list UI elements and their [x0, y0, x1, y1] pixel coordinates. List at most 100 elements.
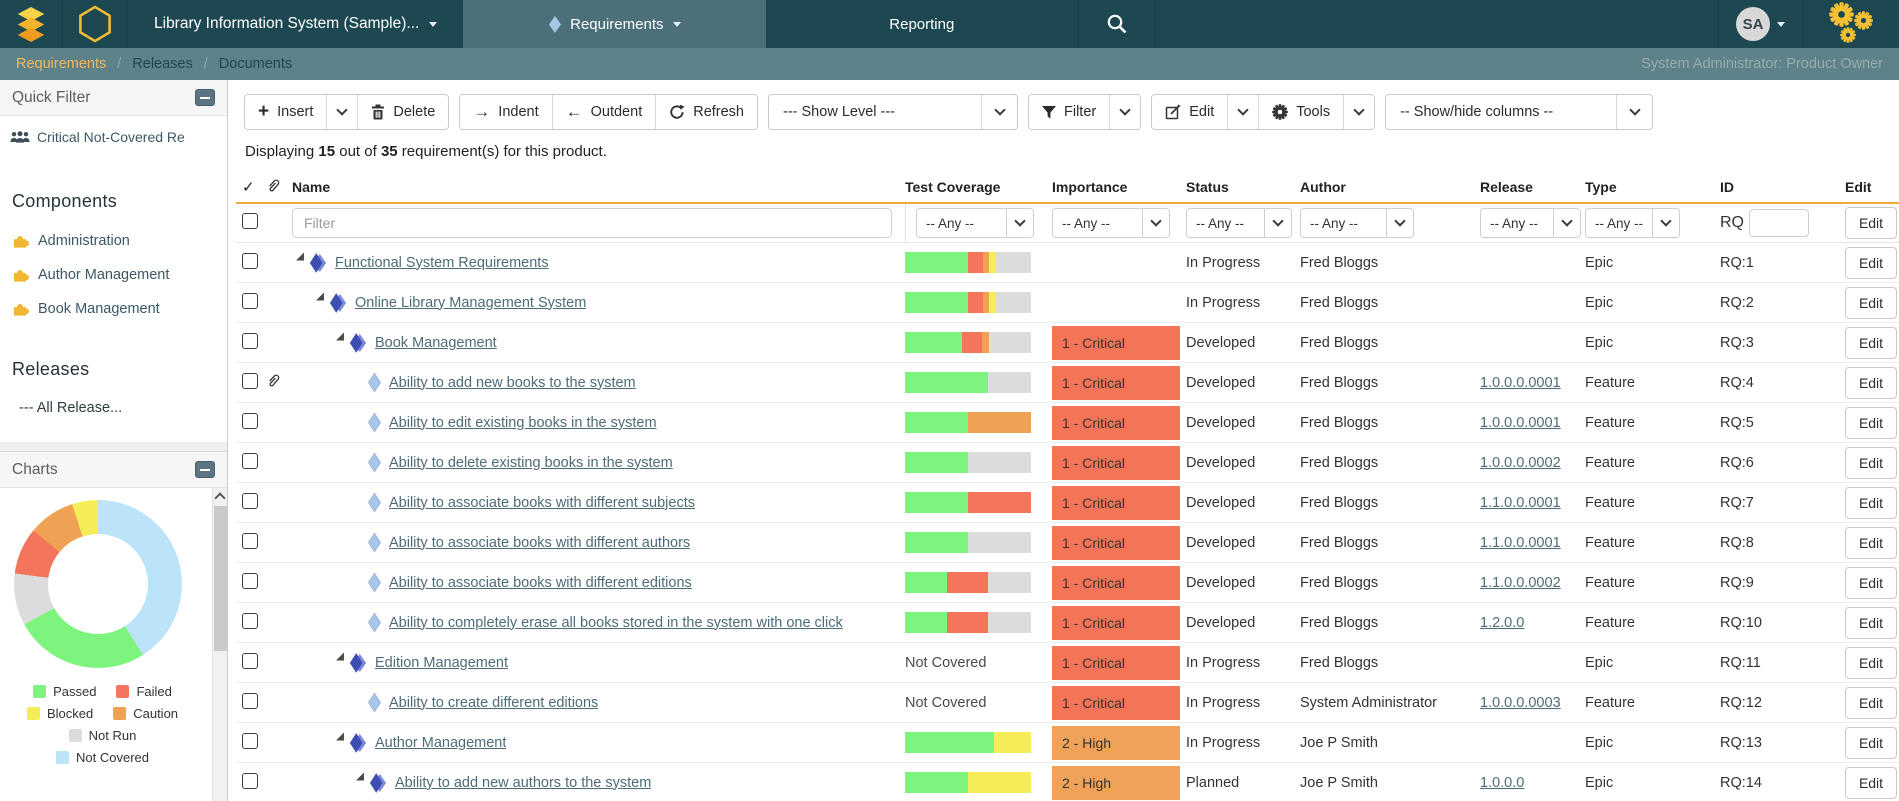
release-link[interactable]: 1.2.0.0 [1480, 615, 1524, 631]
expand-toggle-icon[interactable] [316, 292, 324, 301]
filter-dropdown-button[interactable] [1109, 95, 1141, 129]
release-link[interactable]: 1.0.0.0.0001 [1480, 375, 1561, 391]
row-checkbox[interactable] [242, 612, 258, 629]
requirement-link[interactable]: Ability to delete existing books in the … [389, 455, 673, 471]
insert-button[interactable]: + Insert [245, 95, 327, 129]
release-link[interactable]: 1.1.0.0.0001 [1480, 495, 1561, 511]
edit-button[interactable]: Edit [1845, 366, 1897, 399]
refresh-button[interactable]: Refresh [655, 95, 757, 129]
requirement-link[interactable]: Ability to create different editions [389, 695, 598, 711]
edit-button[interactable]: Edit [1845, 207, 1897, 239]
filter-button[interactable]: Filter [1029, 95, 1110, 129]
tab-reporting[interactable]: Reporting [766, 0, 1077, 48]
edit-button[interactable]: Edit [1845, 526, 1897, 559]
row-checkbox[interactable] [242, 492, 258, 509]
name-filter-input[interactable] [292, 208, 892, 238]
release-link[interactable]: 1.1.0.0.0001 [1480, 535, 1561, 551]
outdent-button[interactable]: ← Outdent [551, 95, 656, 129]
expand-toggle-icon[interactable] [336, 732, 344, 741]
row-checkbox[interactable] [242, 372, 258, 389]
row-checkbox[interactable] [242, 652, 258, 669]
requirement-link[interactable]: Ability to completely erase all books st… [389, 615, 843, 631]
requirement-link[interactable]: Ability to associate books with differen… [389, 495, 695, 511]
user-menu[interactable]: SA [1717, 0, 1803, 48]
release-link[interactable]: 1.0.0.0.0002 [1480, 455, 1561, 471]
expand-toggle-icon[interactable] [296, 252, 304, 261]
row-checkbox[interactable] [242, 412, 258, 429]
test-coverage-filter-select[interactable]: -- Any -- [916, 208, 1034, 238]
edit-button[interactable]: Edit [1845, 406, 1897, 439]
component-filter-item[interactable]: Book Management [12, 300, 217, 317]
release-link[interactable]: 1.0.0.0 [1480, 775, 1524, 791]
requirement-link[interactable]: Ability to add new books to the system [389, 375, 636, 391]
column-header-importance[interactable]: Importance [1052, 179, 1186, 195]
column-header-author[interactable]: Author [1300, 179, 1480, 195]
column-header-id[interactable]: ID [1720, 179, 1845, 195]
release-filter-item[interactable]: --- All Release... [19, 400, 217, 416]
expand-toggle-icon[interactable] [336, 652, 344, 661]
edit-button[interactable]: Edit [1845, 286, 1897, 319]
edit-toolbar-button[interactable]: Edit [1152, 95, 1228, 129]
insert-dropdown-button[interactable] [326, 95, 358, 129]
workspace-hexagon-icon[interactable] [62, 0, 128, 48]
requirement-link[interactable]: Ability to associate books with differen… [389, 575, 692, 591]
row-checkbox[interactable] [242, 452, 258, 469]
column-header-name[interactable]: Name [292, 179, 905, 195]
column-header-test-coverage[interactable]: Test Coverage [905, 179, 1052, 195]
column-header-release[interactable]: Release [1480, 179, 1585, 195]
breadcrumb-requirements[interactable]: Requirements [16, 56, 106, 72]
app-logo[interactable] [0, 0, 62, 48]
edit-button[interactable]: Edit [1845, 486, 1897, 519]
indent-button[interactable]: → Indent [460, 95, 552, 129]
requirement-link[interactable]: Ability to edit existing books in the sy… [389, 415, 657, 431]
component-filter-item[interactable]: Administration [12, 232, 217, 249]
edit-button[interactable]: Edit [1845, 246, 1897, 279]
component-filter-item[interactable]: Author Management [12, 266, 217, 283]
row-checkbox[interactable] [242, 772, 258, 789]
product-selector[interactable]: Library Information System (Sample)... [128, 0, 463, 48]
breadcrumb-documents[interactable]: Documents [219, 56, 292, 72]
requirement-link[interactable]: Ability to add new authors to the system [395, 775, 651, 791]
status-filter-select[interactable]: -- Any -- [1186, 208, 1292, 238]
tools-button[interactable]: Tools [1258, 95, 1344, 129]
expand-toggle-icon[interactable] [336, 332, 344, 341]
type-filter-select[interactable]: -- Any -- [1585, 208, 1680, 238]
show-hide-columns-select[interactable]: -- Show/hide columns -- [1385, 94, 1654, 130]
requirement-link[interactable]: Edition Management [375, 655, 508, 671]
delete-button[interactable]: Delete [357, 95, 449, 129]
release-link[interactable]: 1.0.0.0.0001 [1480, 415, 1561, 431]
requirement-link[interactable]: Ability to associate books with differen… [389, 535, 690, 551]
admin-settings-button[interactable] [1803, 0, 1899, 48]
scrollbar-thumb[interactable] [213, 506, 227, 651]
edit-button[interactable]: Edit [1845, 686, 1897, 719]
column-header-status[interactable]: Status [1186, 179, 1300, 195]
importance-filter-select[interactable]: -- Any -- [1052, 208, 1170, 238]
search-button[interactable] [1077, 0, 1157, 48]
requirement-link[interactable]: Book Management [375, 335, 497, 351]
row-checkbox[interactable] [242, 572, 258, 589]
row-checkbox[interactable] [242, 332, 258, 349]
select-all-check-icon[interactable]: ✓ [236, 178, 266, 196]
expand-toggle-icon[interactable] [356, 772, 364, 781]
breadcrumb-releases[interactable]: Releases [132, 56, 192, 72]
release-filter-select[interactable]: -- Any -- [1480, 208, 1581, 238]
requirement-link[interactable]: Functional System Requirements [335, 255, 549, 271]
edit-button[interactable]: Edit [1845, 726, 1897, 759]
edit-button[interactable]: Edit [1845, 566, 1897, 599]
collapse-panel-button[interactable] [195, 89, 215, 106]
release-link[interactable]: 1.0.0.0.0003 [1480, 695, 1561, 711]
tab-requirements[interactable]: Requirements [463, 0, 767, 48]
edit-button[interactable]: Edit [1845, 646, 1897, 679]
row-checkbox[interactable] [242, 292, 258, 309]
row-checkbox[interactable] [242, 732, 258, 749]
author-filter-select[interactable]: -- Any -- [1300, 208, 1414, 238]
edit-button[interactable]: Edit [1845, 606, 1897, 639]
tools-dropdown-button[interactable] [1343, 95, 1375, 129]
edit-button[interactable]: Edit [1845, 326, 1897, 359]
edit-button[interactable]: Edit [1845, 766, 1897, 799]
scroll-up-icon[interactable] [214, 492, 226, 504]
edit-button[interactable]: Edit [1845, 446, 1897, 479]
release-link[interactable]: 1.1.0.0.0002 [1480, 575, 1561, 591]
collapse-panel-button[interactable] [195, 461, 215, 478]
id-filter-input[interactable] [1749, 209, 1809, 237]
